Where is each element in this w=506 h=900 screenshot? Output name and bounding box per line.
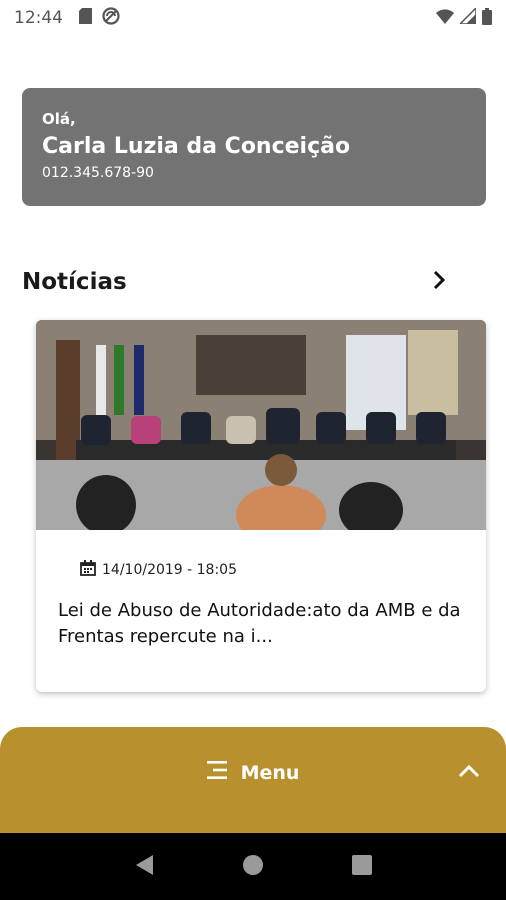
news-headline[interactable]: Lei de Abuso de Autoridade:ato da AMB e … — [58, 598, 464, 650]
menu-label: Menu — [240, 761, 300, 784]
recents-icon[interactable] — [352, 854, 372, 879]
data-saver-icon — [102, 7, 120, 29]
battery-icon — [482, 7, 492, 29]
user-card[interactable]: Olá, Carla Luzia da Conceição 012.345.67… — [22, 88, 486, 206]
chevron-right-icon[interactable] — [432, 270, 446, 294]
news-section-title: Notícias — [22, 269, 127, 295]
sd-card-icon — [79, 8, 92, 28]
news-date-row: 14/10/2019 - 18:05 — [80, 560, 486, 580]
menu-button[interactable]: Menu — [206, 761, 300, 784]
menu-icon — [206, 761, 229, 784]
status-bar: 12:44 — [0, 0, 506, 36]
user-cpf: 012.345.678-90 — [42, 165, 154, 181]
chevron-up-icon[interactable] — [458, 763, 480, 782]
wifi-icon — [436, 8, 454, 28]
back-icon[interactable] — [134, 854, 154, 880]
menu-bar[interactable]: Menu — [0, 727, 506, 833]
news-date: 14/10/2019 - 18:05 — [102, 562, 237, 578]
greeting-label: Olá, — [42, 110, 76, 128]
news-photo — [36, 320, 486, 530]
news-header: Notícias — [22, 262, 446, 302]
system-nav-bar — [0, 833, 506, 900]
home-icon[interactable] — [242, 854, 264, 880]
calendar-icon — [80, 560, 96, 580]
news-card[interactable]: 14/10/2019 - 18:05 Lei de Abuso de Autor… — [36, 320, 486, 692]
status-time: 12:44 — [14, 8, 63, 28]
user-name: Carla Luzia da Conceição — [42, 134, 351, 159]
signal-icon — [458, 6, 477, 28]
